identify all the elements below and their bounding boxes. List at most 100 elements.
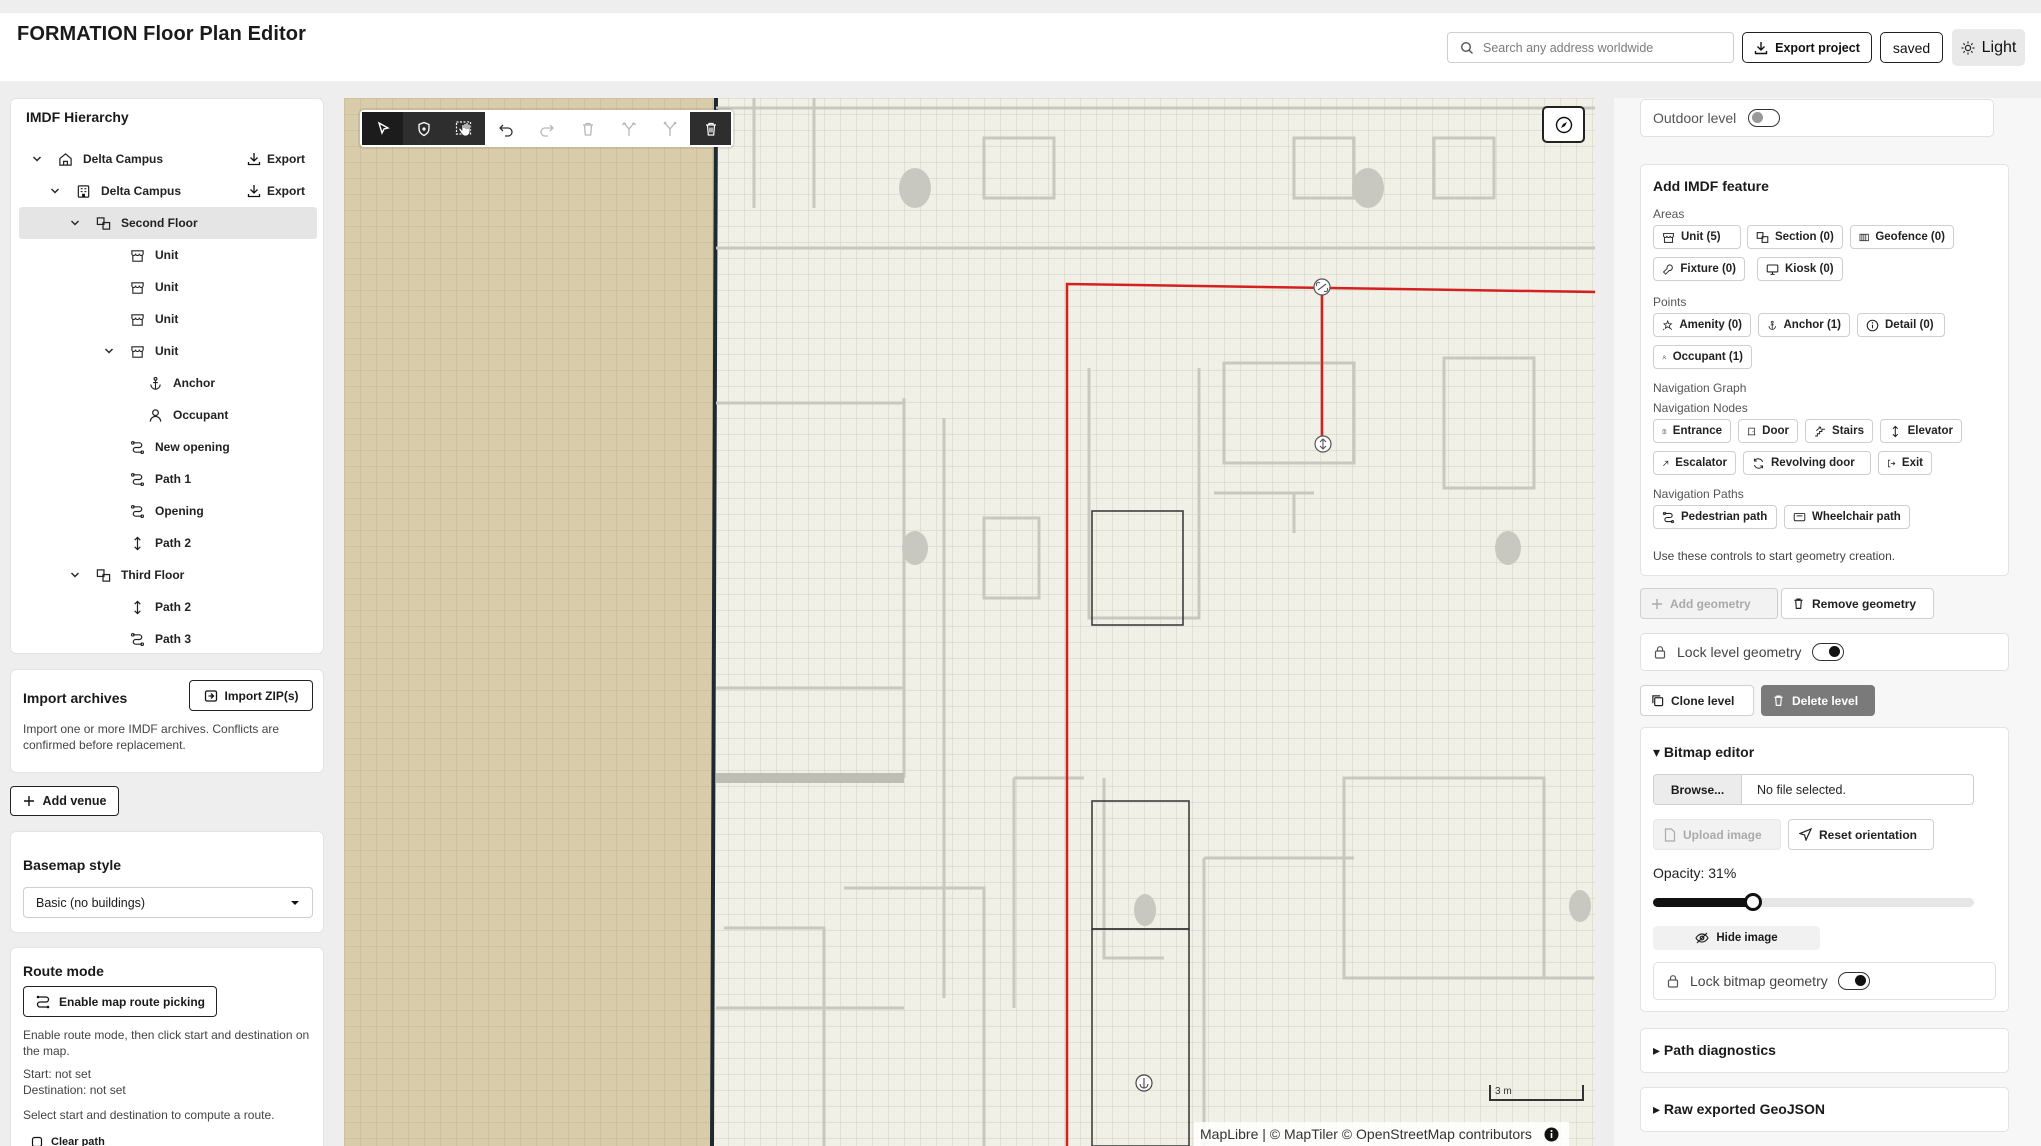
floor-plan-map[interactable] xyxy=(344,98,1595,1146)
export-project-button[interactable]: Export project xyxy=(1742,32,1872,63)
tree-export-button[interactable]: Export xyxy=(247,152,305,166)
tree-item[interactable]: Anchor xyxy=(19,367,317,399)
add-venue-button[interactable]: Add venue xyxy=(10,786,119,816)
select-tool-button[interactable] xyxy=(362,112,403,145)
feature-button-label: Wheelchair path xyxy=(1812,511,1901,523)
add-revolving-door-button[interactable]: Revolving door xyxy=(1743,451,1871,475)
lock-bitmap-row[interactable]: Lock bitmap geometry xyxy=(1653,962,1996,1000)
tree-item[interactable]: Path 3 xyxy=(19,623,317,655)
file-status: No file selected. xyxy=(1757,782,1846,797)
unit-icon xyxy=(130,345,144,358)
add-escalator-button[interactable]: Escalator xyxy=(1653,451,1736,475)
tree-item[interactable]: Third Floor xyxy=(19,559,317,591)
chevron-down-icon[interactable] xyxy=(103,345,115,357)
delete-level-label: Delete level xyxy=(1792,693,1859,708)
raw-geojson-toggle[interactable]: ▸ Raw exported GeoJSON xyxy=(1640,1087,2009,1132)
bitmap-file-input[interactable]: Browse... No file selected. xyxy=(1653,774,1974,805)
bitmap-editor-toggle[interactable]: ▾ Bitmap editor xyxy=(1653,744,1754,761)
lock-bitmap-toggle[interactable] xyxy=(1837,972,1870,990)
outdoor-level-toggle[interactable] xyxy=(1748,109,1781,127)
hide-image-button[interactable]: Hide image xyxy=(1653,926,1820,950)
navigation-graph-label: Navigation Graph xyxy=(1653,381,1747,395)
add-kiosk-button[interactable]: Kiosk (0) xyxy=(1757,257,1843,281)
chevron-down-icon[interactable] xyxy=(69,217,81,229)
add-occupant-button[interactable]: Occupant (1) xyxy=(1653,345,1752,369)
reset-orientation-button[interactable]: Reset orientation xyxy=(1788,819,1934,850)
add-stairs-button[interactable]: Stairs xyxy=(1805,419,1873,443)
address-search-input[interactable] xyxy=(1483,40,1723,55)
navigation-arrow-icon xyxy=(1799,828,1812,841)
clear-path-button[interactable]: Clear path xyxy=(31,1136,105,1146)
add-unit-button[interactable]: Unit (5) xyxy=(1653,225,1741,249)
clone-level-button[interactable]: Clone level xyxy=(1640,685,1754,716)
add-exit-button[interactable]: Exit xyxy=(1878,451,1932,475)
outdoor-level-row[interactable]: Outdoor level xyxy=(1640,99,1994,137)
import-zip-button[interactable]: Import ZIP(s) xyxy=(189,680,313,711)
map-canvas[interactable]: 3 m MapLibre | © MapTiler © OpenStreetMa… xyxy=(344,98,1595,1146)
delete-level-button[interactable]: Delete level xyxy=(1761,685,1875,716)
delete-vertex-button[interactable] xyxy=(567,112,608,145)
wheelchair-icon xyxy=(1793,512,1806,521)
tree-item[interactable]: Path 2 xyxy=(19,591,317,623)
add-door-button[interactable]: Door xyxy=(1738,419,1798,443)
geofence-icon xyxy=(1859,233,1869,241)
split-button[interactable] xyxy=(608,112,649,145)
add-wheelchair-button[interactable]: Wheelchair path xyxy=(1784,505,1910,529)
lock-level-toggle[interactable] xyxy=(1811,643,1844,661)
redo-button[interactable] xyxy=(526,112,567,145)
add-detail-button[interactable]: Detail (0) xyxy=(1857,313,1945,337)
feature-button-label: Detail (0) xyxy=(1885,319,1934,331)
tree-item[interactable]: New opening xyxy=(19,431,317,463)
attribution-text: MapLibre | © MapTiler © OpenStreetMap co… xyxy=(1200,1126,1532,1142)
tree-item[interactable]: Delta Campus Export xyxy=(19,175,317,207)
upload-image-button[interactable]: Upload image xyxy=(1653,819,1781,850)
pan-tool-button[interactable] xyxy=(444,112,485,145)
tree-item[interactable]: Opening xyxy=(19,495,317,527)
tree-item[interactable]: Unit xyxy=(19,239,317,271)
add-section-button[interactable]: Section (0) xyxy=(1747,225,1843,249)
add-path-button[interactable]: Pedestrian path xyxy=(1653,505,1777,529)
browse-button[interactable]: Browse... xyxy=(1654,775,1742,804)
chevron-down-icon[interactable] xyxy=(69,569,81,581)
merge-button[interactable] xyxy=(649,112,690,145)
tree-item[interactable]: Second Floor xyxy=(19,207,317,239)
route-start-status: Start: not set xyxy=(23,1067,92,1081)
basemap-style-select[interactable]: Basic (no buildings) xyxy=(23,887,313,918)
path-diagnostics-toggle[interactable]: ▸ Path diagnostics xyxy=(1640,1028,2009,1073)
add-entrance-button[interactable]: Entrance xyxy=(1653,419,1731,443)
opacity-slider[interactable] xyxy=(1653,893,1974,911)
address-search[interactable] xyxy=(1447,32,1734,63)
feature-button-label: Revolving door xyxy=(1771,457,1855,469)
lock-level-row[interactable]: Lock level geometry xyxy=(1640,633,2009,671)
tree-item[interactable]: Path 1 xyxy=(19,463,317,495)
add-amenity-button[interactable]: Amenity (0) xyxy=(1653,313,1751,337)
undo-button[interactable] xyxy=(485,112,526,145)
upload-image-label: Upload image xyxy=(1683,827,1762,842)
tree-item[interactable]: Occupant xyxy=(19,399,317,431)
copy-icon xyxy=(1652,695,1664,707)
chevron-down-icon[interactable] xyxy=(31,153,43,165)
tree-item[interactable]: Unit xyxy=(19,271,317,303)
add-geofence-button[interactable]: Geofence (0) xyxy=(1850,225,1954,249)
add-geometry-button[interactable]: Add geometry xyxy=(1640,588,1778,619)
add-elevator-button[interactable]: Elevator xyxy=(1880,419,1962,443)
enable-route-picking-button[interactable]: Enable map route picking xyxy=(23,986,217,1017)
chevron-down-icon[interactable] xyxy=(49,185,61,197)
theme-toggle-button[interactable]: Light xyxy=(1952,29,2025,66)
compass-icon xyxy=(1555,116,1572,133)
tree-item[interactable]: Unit xyxy=(19,335,317,367)
trash-icon xyxy=(705,122,716,136)
tree-item[interactable]: Unit xyxy=(19,303,317,335)
tree-item[interactable]: Path 2 xyxy=(19,527,317,559)
add-anchor-button[interactable]: Anchor (1) xyxy=(1758,313,1850,337)
tree-item[interactable]: Delta Campus Export xyxy=(19,143,317,175)
export-label: Export xyxy=(266,152,305,166)
add-fixture-button[interactable]: Fixture (0) xyxy=(1653,257,1745,281)
compass-button[interactable] xyxy=(1542,106,1585,143)
delete-feature-button[interactable] xyxy=(690,112,731,145)
tree-export-button[interactable]: Export xyxy=(247,184,305,198)
remove-geometry-button[interactable]: Remove geometry xyxy=(1781,588,1934,619)
opacity-thumb[interactable] xyxy=(1743,893,1762,911)
shield-tool-button[interactable] xyxy=(403,112,444,145)
info-icon[interactable] xyxy=(1544,1127,1559,1142)
